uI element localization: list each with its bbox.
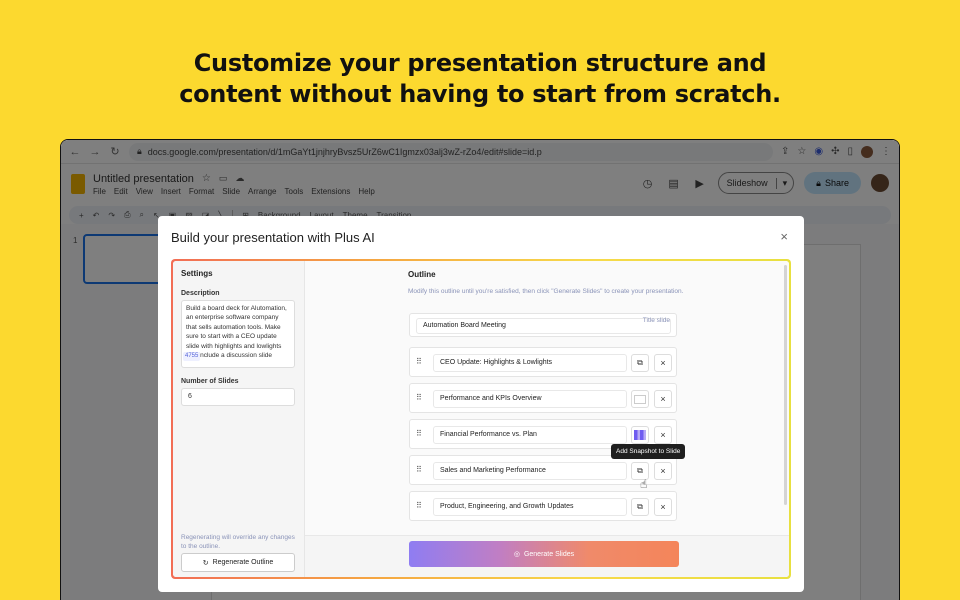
slide-title-input[interactable]: Performance and KPIs Overview (433, 390, 627, 408)
drag-handle-icon[interactable]: ⠿ (416, 465, 422, 474)
outline-heading: Outline (408, 270, 436, 279)
headline-line-1: Customize your presentation structure an… (193, 49, 767, 77)
regenerate-outline-button[interactable]: ↻ Regenerate Outline (181, 553, 295, 572)
remove-icon[interactable]: × (654, 354, 672, 372)
snapshot-icon[interactable]: ⧉ (631, 354, 649, 372)
headline: Customize your presentation structure an… (0, 48, 960, 110)
outline-scrollbar[interactable] (784, 265, 787, 505)
slide-title-input[interactable]: Product, Engineering, and Growth Updates (433, 498, 627, 516)
settings-heading: Settings (181, 269, 213, 278)
snapshot-preview-icon[interactable] (631, 390, 649, 408)
hand-cursor-icon: ☝︎ (640, 477, 648, 491)
generate-slides-button[interactable]: ◎ Generate Slides (409, 541, 679, 567)
gradient-frame: Settings Description Build a board deck … (171, 259, 791, 579)
remove-icon[interactable]: × (654, 390, 672, 408)
close-icon[interactable]: × (780, 229, 788, 244)
drag-handle-icon[interactable]: ⠿ (416, 357, 422, 366)
num-slides-label: Number of Slides (181, 378, 239, 385)
title-slide-tag: Title slide (642, 317, 670, 324)
char-count-badge: 4755 (183, 351, 201, 361)
snapshot-chart-icon[interactable] (631, 426, 649, 444)
modal-title: Build your presentation with Plus AI (171, 230, 375, 245)
outline-row: ⠿ Product, Engineering, and Growth Updat… (409, 491, 677, 521)
outline-subtext: Modify this outline until you're satisfi… (408, 288, 684, 295)
remove-icon[interactable]: × (654, 426, 672, 444)
remove-icon[interactable]: × (654, 498, 672, 516)
regen-note: Regenerating will override any changes t… (181, 534, 295, 550)
outline-row: ⠿ Performance and KPIs Overview × (409, 383, 677, 413)
remove-icon[interactable]: × (654, 462, 672, 480)
num-slides-input[interactable]: 6 (181, 388, 295, 406)
description-text: Build a board deck for Alutomation, an e… (186, 305, 287, 360)
title-slide-input[interactable]: Automation Board Meeting (416, 318, 671, 334)
check-circle-icon: ◎ (513, 551, 520, 558)
refresh-icon: ↻ (202, 559, 209, 567)
slide-title-input[interactable]: CEO Update: Highlights & Lowlights (433, 354, 627, 372)
outline-footer: ◎ Generate Slides (305, 535, 789, 577)
drag-handle-icon[interactable]: ⠿ (416, 501, 422, 510)
drag-handle-icon[interactable]: ⠿ (416, 429, 422, 438)
snapshot-icon[interactable]: ⧉ (631, 498, 649, 516)
outline-row: ⠿ CEO Update: Highlights & Lowlights ⧉ × (409, 347, 677, 377)
drag-handle-icon[interactable]: ⠿ (416, 393, 422, 402)
headline-line-2: content without having to start from scr… (179, 80, 781, 108)
description-label: Description (181, 290, 220, 297)
settings-panel: Settings Description Build a board deck … (173, 261, 305, 577)
title-slide-row: Automation Board Meeting Title slide (409, 313, 677, 337)
plus-ai-modal: Build your presentation with Plus AI × S… (158, 216, 804, 592)
snapshot-tooltip: Add Snapshot to Slide (611, 444, 686, 459)
builder-panel: Settings Description Build a board deck … (173, 261, 789, 577)
regenerate-label: Regenerate Outline (212, 559, 274, 566)
slide-title-input[interactable]: Financial Performance vs. Plan (433, 426, 627, 444)
description-input[interactable]: Build a board deck for Alutomation, an e… (181, 300, 295, 368)
slide-title-input[interactable]: Sales and Marketing Performance (433, 462, 627, 480)
outline-row: ⠿ Sales and Marketing Performance ⧉ × (409, 455, 677, 485)
outline-panel: Outline Modify this outline until you're… (305, 261, 789, 577)
generate-label: Generate Slides (523, 550, 575, 558)
